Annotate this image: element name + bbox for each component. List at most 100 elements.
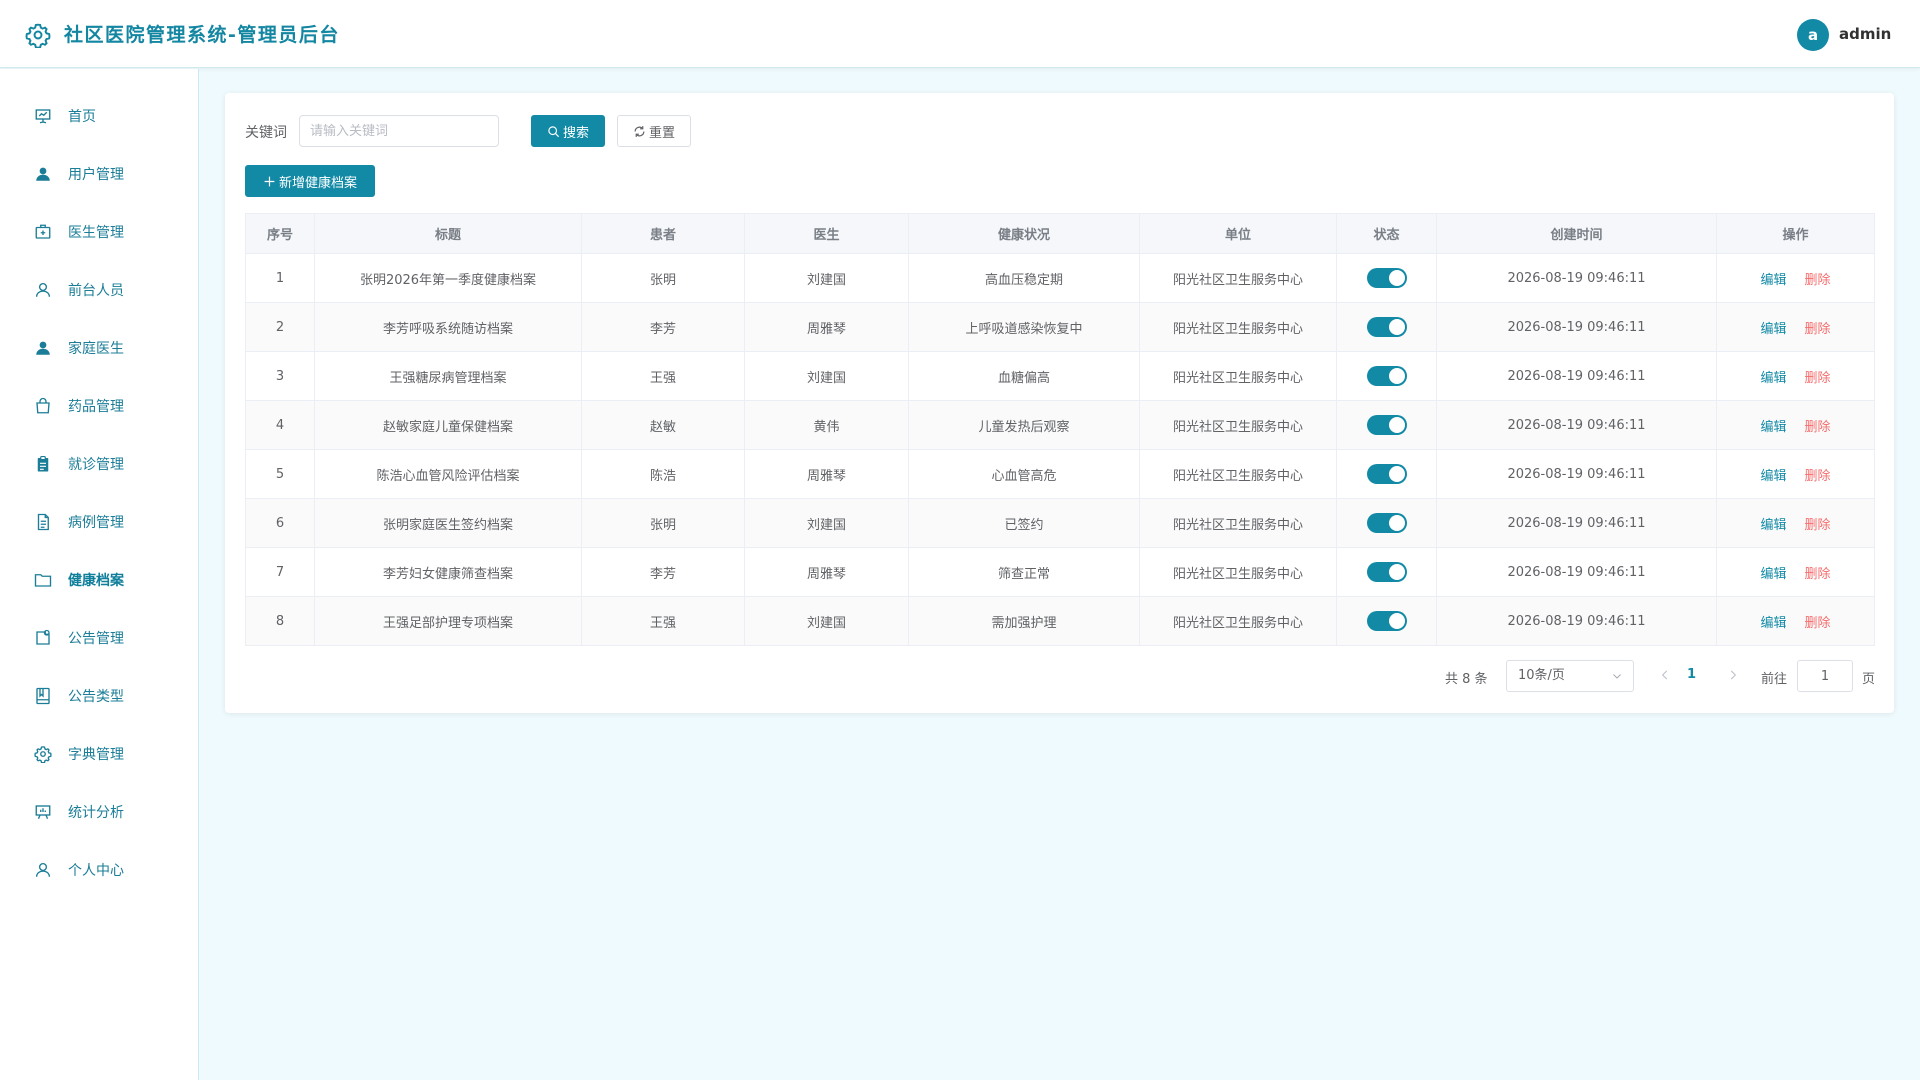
delete-button[interactable]: 删除 bbox=[1805, 616, 1831, 631]
status-toggle[interactable] bbox=[1366, 562, 1407, 582]
goto-label: 前往 bbox=[1761, 672, 1788, 687]
delete-button[interactable]: 删除 bbox=[1805, 518, 1831, 533]
edit-button[interactable]: 编辑 bbox=[1760, 518, 1786, 533]
sidebar-item-visit-management[interactable]: 就诊管理 bbox=[0, 441, 199, 487]
user-outline-icon bbox=[35, 282, 51, 297]
search-button-label: 搜索 bbox=[562, 125, 589, 141]
status-toggle[interactable] bbox=[1366, 317, 1407, 337]
status-toggle[interactable] bbox=[1366, 611, 1407, 631]
sidebar-item-label: 家庭医生 bbox=[68, 341, 124, 357]
chevron-down-icon bbox=[1613, 674, 1621, 679]
cell-unit: 阳光社区卫生服务中心 bbox=[1139, 253, 1337, 303]
column-header: 创建时间 bbox=[1436, 213, 1717, 254]
cell-health-condition: 筛查正常 bbox=[908, 547, 1140, 597]
sidebar-item-home[interactable]: 首页 bbox=[0, 93, 199, 139]
pagination-current-page[interactable]: 1 bbox=[1687, 667, 1696, 682]
sidebar-item-statistics[interactable]: 统计分析 bbox=[0, 789, 199, 835]
cell-index: 8 bbox=[245, 596, 315, 646]
add-health-record-button[interactable]: 新增健康档案 bbox=[245, 165, 375, 197]
presentation-icon bbox=[35, 109, 51, 124]
cell-status bbox=[1336, 596, 1437, 646]
cell-actions: 编辑 删除 bbox=[1716, 547, 1875, 597]
edit-button[interactable]: 编辑 bbox=[1760, 567, 1786, 582]
avatar[interactable]: a bbox=[1797, 19, 1829, 51]
cell-doctor: 周雅琴 bbox=[744, 547, 909, 597]
sidebar-item-notice-management[interactable]: 公告管理 bbox=[0, 615, 199, 661]
delete-button[interactable]: 删除 bbox=[1805, 567, 1831, 582]
page-size-select[interactable]: 10条/页 bbox=[1506, 660, 1634, 692]
delete-button[interactable]: 删除 bbox=[1805, 420, 1831, 435]
sidebar-item-doctor-management[interactable]: 医生管理 bbox=[0, 209, 199, 255]
cell-title: 李芳妇女健康筛查档案 bbox=[314, 547, 582, 597]
reset-button[interactable]: 重置 bbox=[617, 115, 691, 147]
sidebar-item-label: 前台人员 bbox=[68, 283, 124, 299]
delete-button[interactable]: 删除 bbox=[1805, 371, 1831, 386]
cell-doctor: 周雅琴 bbox=[744, 302, 909, 352]
sidebar-item-case-management[interactable]: 病例管理 bbox=[0, 499, 199, 545]
sidebar-item-dictionary[interactable]: 字典管理 bbox=[0, 731, 199, 777]
cell-doctor: 刘建国 bbox=[744, 596, 909, 646]
chevron-right-icon[interactable] bbox=[1726, 668, 1740, 682]
goto-page-input[interactable] bbox=[1797, 660, 1853, 692]
sidebar-item-front-desk[interactable]: 前台人员 bbox=[0, 267, 199, 313]
cell-status bbox=[1336, 253, 1437, 303]
cell-status bbox=[1336, 498, 1437, 548]
page-label: 页 bbox=[1862, 672, 1876, 687]
delete-button[interactable]: 删除 bbox=[1805, 273, 1831, 288]
sidebar-item-personal-center[interactable]: 个人中心 bbox=[0, 847, 199, 893]
content-card: 关键词 搜索 重置 新增健康档案 序号 标题 患者 医生 健康状况 单位 状态 … bbox=[225, 93, 1894, 713]
edit-button[interactable]: 编辑 bbox=[1760, 273, 1786, 288]
sidebar: 首页 用户管理 医生管理 前台人员 家庭医生 药品管理 就诊管理 病例管理 健康… bbox=[0, 69, 199, 1080]
column-header: 单位 bbox=[1139, 213, 1337, 254]
username[interactable]: admin bbox=[1839, 25, 1891, 43]
sidebar-item-medicine-management[interactable]: 药品管理 bbox=[0, 383, 199, 429]
add-button-label: 新增健康档案 bbox=[278, 175, 357, 191]
status-toggle[interactable] bbox=[1366, 366, 1407, 386]
cell-health-condition: 儿童发热后观察 bbox=[908, 400, 1140, 450]
table-body: 1 张明2026年第一季度健康档案 张明 刘建国 高血压稳定期 阳光社区卫生服务中心 202… bbox=[245, 253, 1875, 646]
cell-title: 张明2026年第一季度健康档案 bbox=[314, 253, 582, 303]
cell-health-condition: 上呼吸道感染恢复中 bbox=[908, 302, 1140, 352]
keyword-input[interactable] bbox=[299, 115, 499, 147]
cell-health-condition: 血糖偏高 bbox=[908, 351, 1140, 401]
shopping-bag-icon bbox=[36, 397, 50, 414]
status-toggle[interactable] bbox=[1366, 268, 1407, 288]
sidebar-item-user-management[interactable]: 用户管理 bbox=[0, 151, 199, 197]
cell-actions: 编辑 删除 bbox=[1716, 400, 1875, 450]
edit-button[interactable]: 编辑 bbox=[1760, 371, 1786, 386]
sidebar-item-label: 医生管理 bbox=[68, 225, 124, 241]
delete-button[interactable]: 删除 bbox=[1805, 469, 1831, 484]
status-toggle[interactable] bbox=[1366, 513, 1407, 533]
cell-health-condition: 已签约 bbox=[908, 498, 1140, 548]
edit-button[interactable]: 编辑 bbox=[1760, 616, 1786, 631]
column-header: 健康状况 bbox=[908, 213, 1140, 254]
sidebar-item-health-records[interactable]: 健康档案 bbox=[0, 557, 199, 603]
cell-title: 李芳呼吸系统随访档案 bbox=[314, 302, 582, 352]
sidebar-item-notice-type[interactable]: 公告类型 bbox=[0, 673, 199, 719]
user-filled-icon bbox=[36, 167, 50, 181]
status-toggle[interactable] bbox=[1366, 415, 1407, 435]
column-header: 序号 bbox=[245, 213, 315, 254]
sidebar-item-label: 公告类型 bbox=[68, 689, 124, 705]
status-toggle[interactable] bbox=[1366, 464, 1407, 484]
cell-actions: 编辑 删除 bbox=[1716, 449, 1875, 499]
cell-index: 6 bbox=[245, 498, 315, 548]
edit-button[interactable]: 编辑 bbox=[1760, 322, 1786, 337]
search-button[interactable]: 搜索 bbox=[531, 115, 605, 147]
sidebar-item-family-doctor[interactable]: 家庭医生 bbox=[0, 325, 199, 371]
user-outline-icon bbox=[35, 862, 51, 877]
edit-button[interactable]: 编辑 bbox=[1760, 469, 1786, 484]
table-row: 8 王强足部护理专项档案 王强 刘建国 需加强护理 阳光社区卫生服务中心 2026-08-1… bbox=[245, 596, 1875, 646]
cell-index: 1 bbox=[245, 253, 315, 303]
cell-patient: 张明 bbox=[581, 253, 745, 303]
delete-button[interactable]: 删除 bbox=[1805, 322, 1831, 337]
edit-button[interactable]: 编辑 bbox=[1760, 420, 1786, 435]
table-row: 3 王强糖尿病管理档案 王强 刘建国 血糖偏高 阳光社区卫生服务中心 2026-08-19 … bbox=[245, 351, 1875, 401]
cell-created-time: 2026-08-19 09:46:11 bbox=[1436, 351, 1717, 401]
cell-patient: 赵敏 bbox=[581, 400, 745, 450]
cell-unit: 阳光社区卫生服务中心 bbox=[1139, 596, 1337, 646]
chevron-left-icon[interactable] bbox=[1658, 668, 1672, 682]
cell-unit: 阳光社区卫生服务中心 bbox=[1139, 498, 1337, 548]
app-header: 社区医院管理系统-管理员后台 a admin bbox=[0, 0, 1920, 68]
search-icon bbox=[548, 125, 560, 137]
